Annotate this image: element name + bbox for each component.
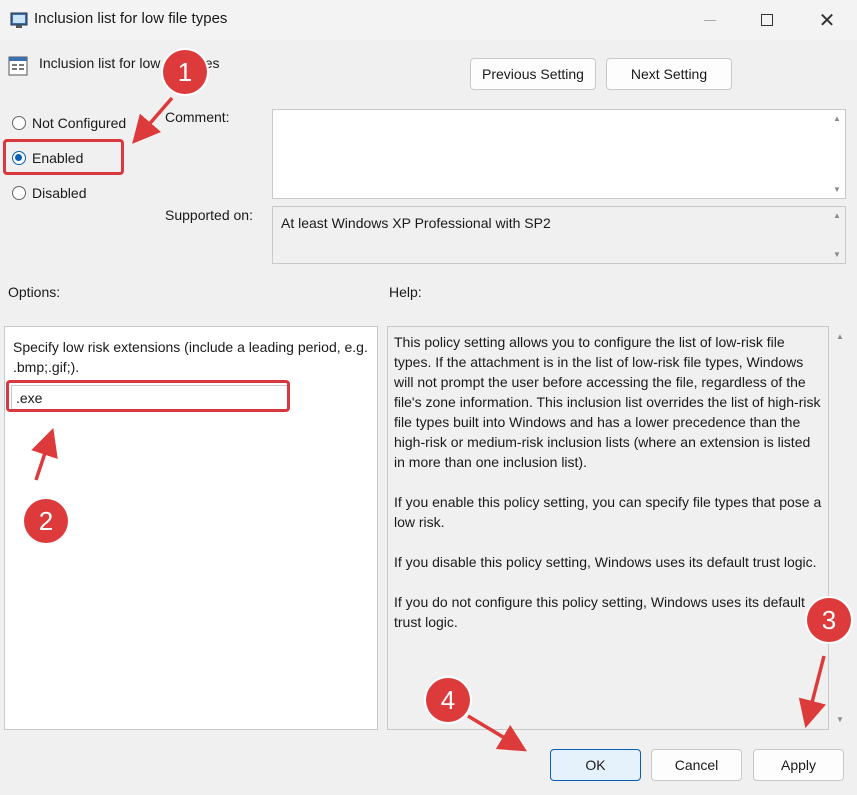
policy-setting-icon xyxy=(8,56,28,76)
supported-on-value: At least Windows XP Professional with SP… xyxy=(281,215,551,231)
help-label: Help: xyxy=(389,284,422,300)
annotation-highlight-input xyxy=(6,380,290,412)
maximize-button[interactable] xyxy=(742,0,792,40)
scroll-up-icon: ▲ xyxy=(833,114,841,123)
maximize-icon xyxy=(761,14,773,26)
next-setting-button[interactable]: Next Setting xyxy=(606,58,732,90)
supported-on-box: At least Windows XP Professional with SP… xyxy=(272,206,846,264)
close-icon: ✕ xyxy=(818,9,836,32)
radio-circle xyxy=(12,116,26,130)
title-bar: Inclusion list for low file types ✕ xyxy=(0,0,857,40)
annotation-highlight-enabled xyxy=(3,139,124,175)
scroll-down-icon: ▼ xyxy=(833,185,841,194)
scroll-up-icon: ▲ xyxy=(833,211,841,220)
minimize-button[interactable] xyxy=(685,0,735,40)
help-paragraph: If you do not configure this policy sett… xyxy=(394,594,805,630)
radio-disabled[interactable]: Disabled xyxy=(12,185,86,201)
cancel-button[interactable]: Cancel xyxy=(651,749,742,781)
radio-label: Disabled xyxy=(32,185,87,201)
radio-circle xyxy=(12,186,26,200)
annotation-badge-1: 1 xyxy=(163,50,207,94)
comment-scrollbar[interactable]: ▲ ▼ xyxy=(829,110,845,198)
help-text: This policy setting allows you to config… xyxy=(394,332,822,652)
annotation-badge-4: 4 xyxy=(426,678,470,722)
ok-button[interactable]: OK xyxy=(550,749,641,781)
scroll-down-icon: ▼ xyxy=(836,715,844,724)
supported-scrollbar[interactable]: ▲ ▼ xyxy=(829,207,845,263)
annotation-badge-3: 3 xyxy=(807,598,851,642)
radio-not-configured[interactable]: Not Configured xyxy=(12,115,126,131)
options-instruction: Specify low risk extensions (include a l… xyxy=(13,339,368,375)
comment-label: Comment: xyxy=(165,109,230,125)
radio-label: Not Configured xyxy=(32,115,127,131)
previous-setting-button[interactable]: Previous Setting xyxy=(470,58,596,90)
minimize-icon xyxy=(704,19,716,21)
scroll-down-icon: ▼ xyxy=(833,250,841,259)
close-button[interactable]: ✕ xyxy=(802,0,852,40)
apply-button[interactable]: Apply xyxy=(753,749,844,781)
help-panel: This policy setting allows you to config… xyxy=(387,326,829,730)
help-paragraph: This policy setting allows you to config… xyxy=(394,334,821,470)
annotation-badge-2: 2 xyxy=(24,499,68,543)
options-label: Options: xyxy=(8,284,61,300)
comment-textarea[interactable]: ▲ ▼ xyxy=(272,109,846,199)
help-scrollbar[interactable]: ▲ ▼ xyxy=(832,328,848,728)
scroll-up-icon: ▲ xyxy=(836,332,844,341)
policy-app-icon xyxy=(10,12,28,28)
help-paragraph: If you enable this policy setting, you c… xyxy=(394,494,822,530)
help-paragraph: If you disable this policy setting, Wind… xyxy=(394,554,817,570)
window-title: Inclusion list for low file types xyxy=(34,10,228,27)
supported-on-label: Supported on: xyxy=(165,207,253,223)
